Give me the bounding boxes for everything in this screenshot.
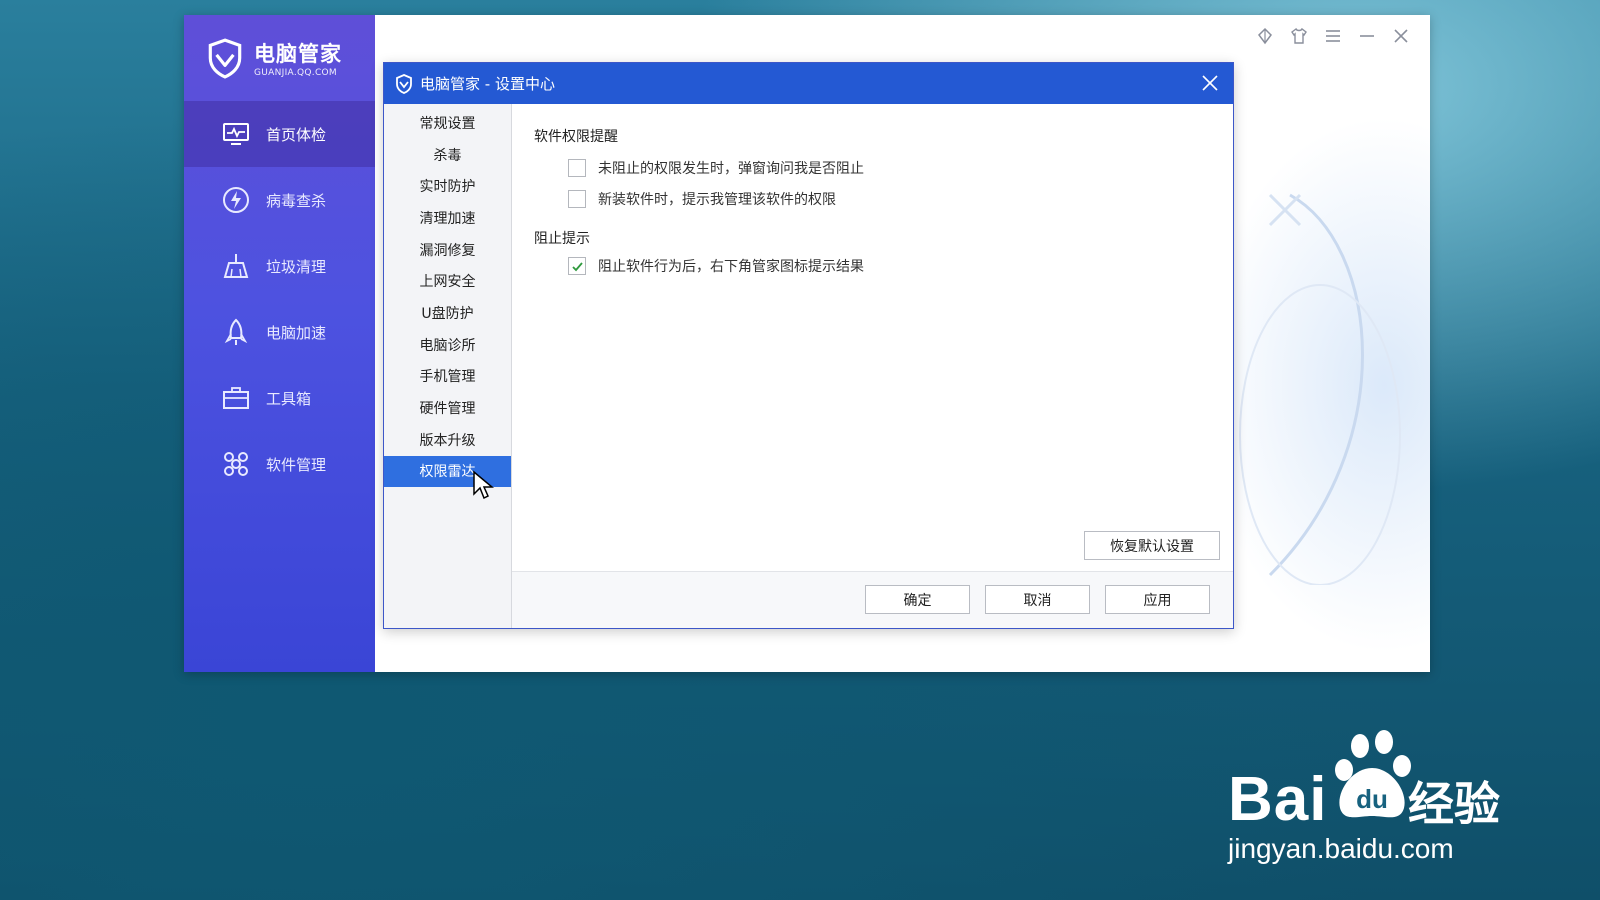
cancel-button[interactable]: 取消 <box>985 585 1090 614</box>
option-block-result-notification[interactable]: 阻止软件行为后，右下角管家图标提示结果 <box>568 256 864 276</box>
window-controls <box>1254 25 1412 47</box>
settings-nav-item[interactable]: 上网安全 <box>384 265 511 297</box>
settings-nav-item[interactable]: 电脑诊所 <box>384 329 511 361</box>
nav-item-label: 电脑加速 <box>266 323 327 342</box>
settings-nav-item[interactable]: 实时防护 <box>384 170 511 202</box>
nav-item-home-checkup[interactable]: 首页体检 <box>184 101 375 167</box>
nav-item-label: 垃圾清理 <box>266 257 327 276</box>
checkbox-checked[interactable] <box>568 257 586 275</box>
section-title: 阻止提示 <box>534 231 590 247</box>
settings-nav-item[interactable]: U盘防护 <box>384 297 511 329</box>
monitor-icon <box>220 118 252 150</box>
apply-button[interactable]: 应用 <box>1105 585 1210 614</box>
pin-icon[interactable] <box>1254 25 1276 47</box>
broom-icon <box>220 250 252 282</box>
settings-nav-item[interactable]: 杀毒 <box>384 139 511 171</box>
settings-nav-item[interactable]: 清理加速 <box>384 202 511 234</box>
rocket-icon <box>220 316 252 348</box>
settings-nav-item[interactable]: 硬件管理 <box>384 392 511 424</box>
mouse-cursor-icon <box>473 470 494 500</box>
settings-nav-item[interactable]: 漏洞修复 <box>384 234 511 266</box>
skin-icon[interactable] <box>1288 25 1310 47</box>
option-ask-unblocked-permission[interactable]: 未阻止的权限发生时，弹窗询问我是否阻止 <box>568 158 864 178</box>
checkmark-icon <box>571 261 583 271</box>
watermark-url: jingyan.baidu.com <box>1228 833 1454 864</box>
shield-logo-icon <box>396 73 412 94</box>
option-new-software-prompt[interactable]: 新装软件时，提示我管理该软件的权限 <box>568 189 836 209</box>
app-logo: 电脑管家 GUANJIA.QQ.COM <box>184 15 375 101</box>
dialog-body: 常规设置 杀毒 实时防护 清理加速 漏洞修复 上网安全 U盘防护 电脑诊所 手机… <box>384 104 1233 628</box>
settings-nav-item[interactable]: 常规设置 <box>384 107 511 139</box>
toolbox-icon <box>220 382 252 414</box>
svg-text:du: du <box>1356 784 1388 814</box>
nav-item-toolbox[interactable]: 工具箱 <box>184 365 375 431</box>
nav-item-label: 软件管理 <box>266 455 327 474</box>
watermark-brand: Bai <box>1228 765 1328 834</box>
decorative-arc <box>1239 193 1401 585</box>
settings-nav-item[interactable]: 手机管理 <box>384 361 511 393</box>
main-nav: 首页体检 病毒查杀 垃圾清理 电脑加速 工具箱 软件管理 <box>184 101 375 497</box>
dialog-footer: 确定 取消 应用 <box>512 571 1233 628</box>
main-sidebar: 电脑管家 GUANJIA.QQ.COM 首页体检 病毒查杀 垃圾清理 电脑加速 … <box>184 15 375 672</box>
close-icon[interactable] <box>1390 25 1412 47</box>
section-title: 软件权限提醒 <box>534 129 618 145</box>
settings-nav-item[interactable]: 版本升级 <box>384 424 511 456</box>
nav-item-pc-speedup[interactable]: 电脑加速 <box>184 299 375 365</box>
nav-item-label: 首页体检 <box>266 125 327 144</box>
option-label: 新装软件时，提示我管理该软件的权限 <box>598 192 836 208</box>
option-label: 未阻止的权限发生时，弹窗询问我是否阻止 <box>598 161 864 177</box>
minimize-icon[interactable] <box>1356 25 1378 47</box>
dialog-title: 电脑管家 - 设置中心 <box>420 75 555 93</box>
app-logo-subtitle: GUANJIA.QQ.COM <box>254 68 337 78</box>
watermark-brand-cn: 经验 <box>1408 777 1500 831</box>
checkbox-unchecked[interactable] <box>568 159 586 177</box>
lightning-shield-icon <box>220 184 252 216</box>
checkbox-unchecked[interactable] <box>568 190 586 208</box>
settings-nav: 常规设置 杀毒 实时防护 清理加速 漏洞修复 上网安全 U盘防护 电脑诊所 手机… <box>384 104 512 628</box>
close-icon[interactable] <box>1199 72 1221 94</box>
settings-dialog: 电脑管家 - 设置中心 常规设置 杀毒 实时防护 清理加速 漏洞修复 上网安全 … <box>383 62 1234 629</box>
nav-item-label: 病毒查杀 <box>266 191 327 210</box>
app-logo-title: 电脑管家 <box>254 42 342 66</box>
settings-content: 软件权限提醒 未阻止的权限发生时，弹窗询问我是否阻止 新装软件时，提示我管理该软… <box>512 104 1233 572</box>
option-label: 阻止软件行为后，右下角管家图标提示结果 <box>598 259 864 275</box>
nav-item-label: 工具箱 <box>266 389 312 408</box>
nav-item-junk-clean[interactable]: 垃圾清理 <box>184 233 375 299</box>
nav-item-virus-scan[interactable]: 病毒查杀 <box>184 167 375 233</box>
restore-defaults-button[interactable]: 恢复默认设置 <box>1084 531 1220 560</box>
nav-item-software-manager[interactable]: 软件管理 <box>184 431 375 497</box>
ok-button[interactable]: 确定 <box>865 585 970 614</box>
shield-logo-icon <box>208 38 242 79</box>
menu-icon[interactable] <box>1322 25 1344 47</box>
dialog-titlebar: 电脑管家 - 设置中心 <box>384 63 1233 104</box>
apps-icon <box>220 448 252 480</box>
baidu-jingyan-watermark: Bai du 经验 jingyan.baidu.com <box>1228 728 1528 868</box>
